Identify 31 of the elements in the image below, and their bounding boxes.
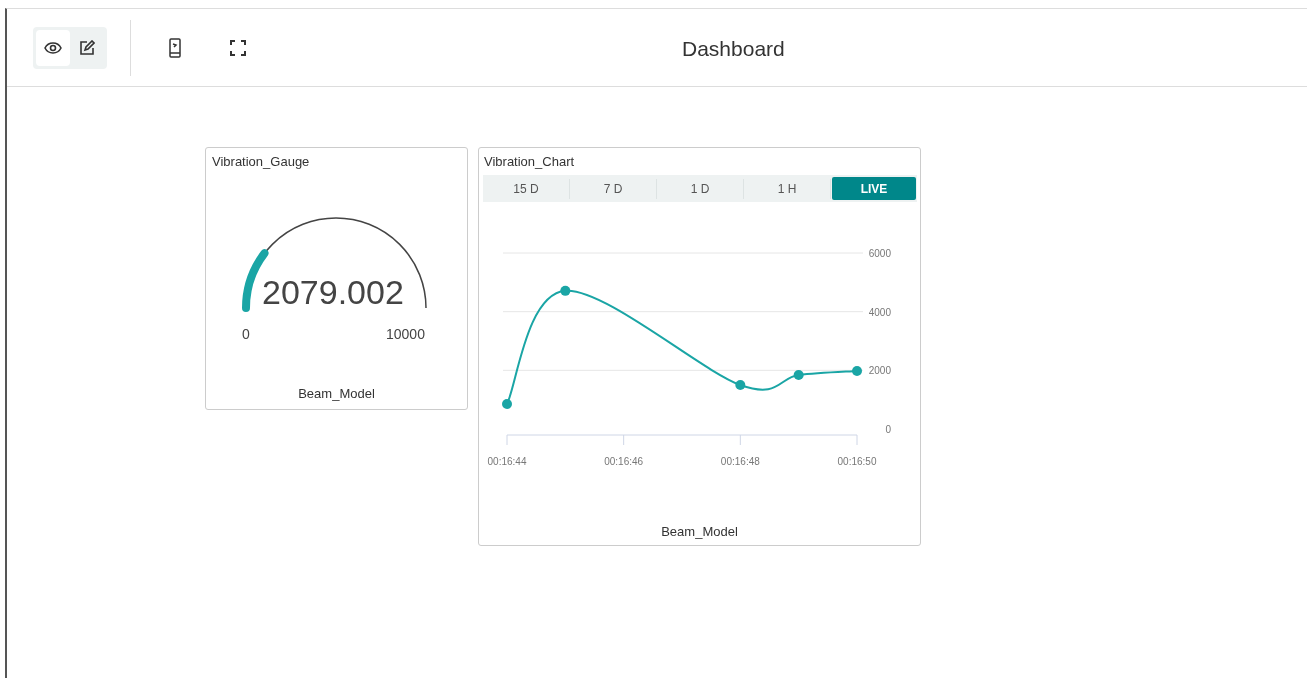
fullscreen-icon: [230, 39, 246, 56]
data-point: [735, 380, 746, 390]
time-range-tab[interactable]: 15 D: [484, 177, 568, 200]
y-tick-label: 0: [885, 424, 891, 435]
phone-icon: [169, 37, 181, 58]
gauge-max-label: 10000: [386, 325, 425, 344]
page-title: Dashboard: [682, 36, 785, 62]
view-mode-button[interactable]: [36, 29, 70, 66]
data-point: [852, 365, 862, 376]
x-tick-label: 00:16:48: [720, 456, 760, 467]
time-range-tab[interactable]: 1 D: [658, 177, 742, 200]
chart-caption: Beam_Model: [660, 523, 739, 541]
data-point: [560, 285, 571, 296]
gauge-min-label: 0: [242, 325, 250, 344]
data-point: [793, 370, 804, 381]
y-tick-label: 4000: [868, 306, 891, 318]
edit-icon: [79, 39, 95, 56]
x-tick-label: 00:16:46: [604, 456, 644, 467]
x-tick-label: 00:16:50: [837, 456, 877, 467]
eye-icon: [44, 41, 62, 54]
time-range-tab[interactable]: 1 H: [745, 177, 829, 200]
widget-title: Vibration_Chart: [484, 153, 575, 171]
gauge-caption: Beam_Model: [297, 385, 376, 403]
y-tick-label: 6000: [868, 248, 891, 259]
time-range-tab[interactable]: LIVE: [832, 177, 916, 200]
data-point: [502, 399, 512, 410]
time-range-tab[interactable]: 7 D: [571, 177, 655, 200]
widget-title: Vibration_Gauge: [212, 153, 310, 171]
y-tick-label: 2000: [868, 365, 891, 377]
x-tick-label: 00:16:44: [487, 456, 527, 467]
gauge-value: 2079.002: [262, 275, 404, 309]
